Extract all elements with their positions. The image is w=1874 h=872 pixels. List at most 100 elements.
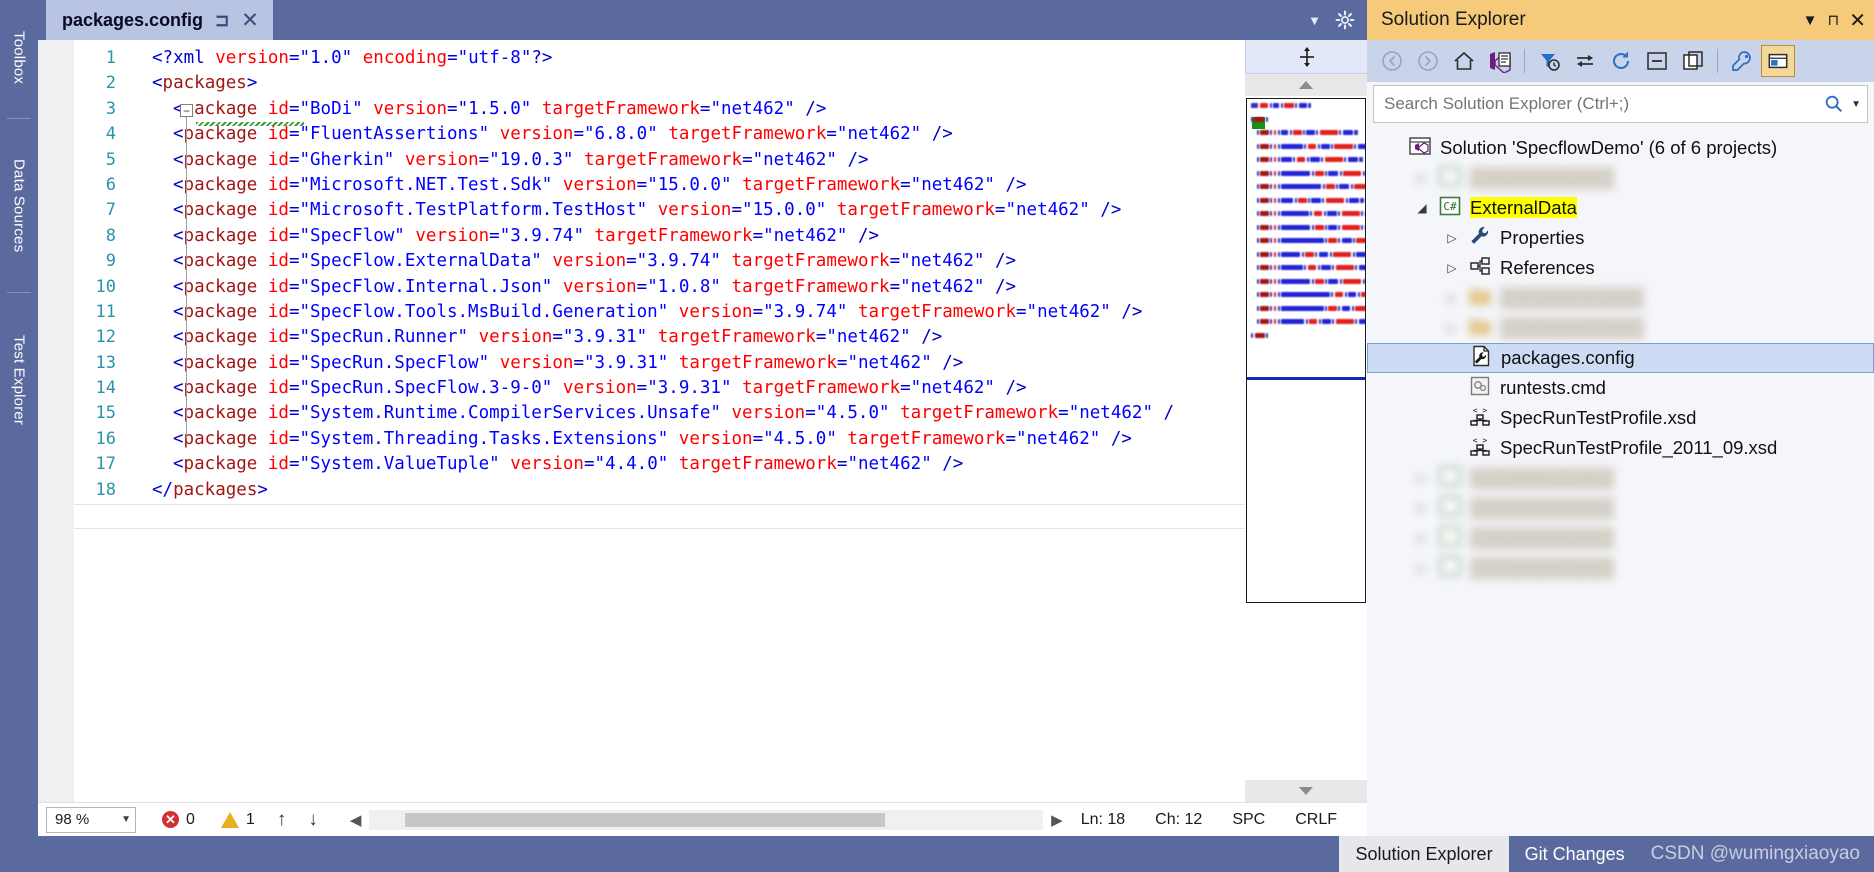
tree-item[interactable]: ▷ ███████████: [1367, 283, 1874, 313]
code-line[interactable]: 17 <package id="System.ValueTuple" versio…: [38, 452, 1245, 477]
code-line[interactable]: 14 <package id="SpecRun.SpecFlow.3-9-0" v…: [38, 376, 1245, 401]
tab-solution-explorer[interactable]: Solution Explorer: [1339, 836, 1509, 872]
arrow-down-icon[interactable]: ↓: [308, 809, 318, 831]
tree-item[interactable]: < > SpecRunTestProfile_2011_09.xsd: [1367, 433, 1874, 463]
properties-icon[interactable]: [1725, 45, 1759, 77]
code-text[interactable]: <package id="SpecFlow.ExternalData" vers…: [134, 249, 1016, 274]
pending-changes-icon[interactable]: [1483, 45, 1517, 77]
triangle-left-icon[interactable]: ◀: [342, 811, 370, 829]
home-icon[interactable]: [1447, 45, 1481, 77]
chevron-down-icon[interactable]: ◢: [1409, 201, 1435, 215]
chevron-down-icon[interactable]: ▼: [1308, 13, 1321, 28]
forward-icon[interactable]: [1411, 45, 1445, 77]
tree-item[interactable]: ▷ ███████████: [1367, 523, 1874, 553]
close-icon[interactable]: ✕: [1849, 8, 1866, 33]
code-text[interactable]: <package id="SpecFlow.Tools.MsBuild.Gene…: [134, 300, 1142, 325]
tree-item[interactable]: < > SpecRunTestProfile.xsd: [1367, 403, 1874, 433]
tree-item[interactable]: runtests.cmd: [1367, 373, 1874, 403]
tree-item[interactable]: ▷ ███████████: [1367, 553, 1874, 583]
code-line[interactable]: 12 <package id="SpecRun.Runner" version="…: [38, 325, 1245, 350]
arrow-up-icon[interactable]: ↑: [277, 809, 287, 831]
code-line[interactable]: 3 <package id="BoDi" version="1.5.0" targ…: [38, 97, 1245, 122]
code-text[interactable]: <package id="System.Threading.Tasks.Exte…: [134, 427, 1132, 452]
code-text[interactable]: <package id="Microsoft.NET.Test.Sdk" ver…: [134, 173, 1027, 198]
scroll-up-button[interactable]: [1245, 74, 1367, 96]
chevron-right-icon[interactable]: ▷: [1409, 501, 1435, 515]
chevron-down-icon[interactable]: ▼: [1851, 99, 1863, 110]
collapse-all-icon[interactable]: [1640, 45, 1674, 77]
close-icon[interactable]: ✕: [241, 10, 259, 31]
search-solution-explorer[interactable]: ▼: [1373, 85, 1868, 123]
code-editor-surface[interactable]: 1 <?xml version="1.0" encoding="utf-8"?> 2…: [38, 40, 1245, 802]
code-line[interactable]: 15 <package id="System.Runtime.CompilerSe…: [38, 401, 1245, 426]
code-text[interactable]: <package id="SpecRun.SpecFlow.3-9-0" ver…: [134, 376, 1027, 401]
tree-item[interactable]: ▷ ███████████: [1367, 313, 1874, 343]
chevron-right-icon[interactable]: ▷: [1409, 171, 1435, 185]
code-line[interactable]: 1 <?xml version="1.0" encoding="utf-8"?>: [38, 46, 1245, 71]
code-line[interactable]: 16 <package id="System.Threading.Tasks.Ex…: [38, 427, 1245, 452]
code-line[interactable]: 11 <package id="SpecFlow.Tools.MsBuild.Ge…: [38, 300, 1245, 325]
scrollbar-thumb[interactable]: [405, 812, 886, 827]
chevron-right-icon[interactable]: ▷: [1439, 261, 1465, 275]
error-count-indicator[interactable]: ✕ 0: [162, 811, 195, 829]
code-line[interactable]: 5 <package id="Gherkin" version="19.0.3" …: [38, 148, 1245, 173]
code-line[interactable]: 9 <package id="SpecFlow.ExternalData" ver…: [38, 249, 1245, 274]
code-text[interactable]: </packages>: [134, 478, 268, 503]
back-icon[interactable]: [1375, 45, 1409, 77]
code-line[interactable]: 7 <package id="Microsoft.TestPlatform.Tes…: [38, 198, 1245, 223]
minimap[interactable]: [1246, 98, 1366, 603]
chevron-right-icon[interactable]: ▷: [1409, 471, 1435, 485]
code-text[interactable]: <package id="SpecRun.Runner" version="3.…: [134, 325, 942, 350]
code-text[interactable]: <packages>: [134, 71, 257, 96]
preview-selected-items-icon[interactable]: [1761, 45, 1795, 77]
code-text[interactable]: <?xml version="1.0" encoding="utf-8"?>: [134, 46, 552, 71]
code-text[interactable]: <package id="Gherkin" version="19.0.3" t…: [134, 148, 869, 173]
tree-item[interactable]: ▷ ███████████: [1367, 493, 1874, 523]
tab-git-changes[interactable]: Git Changes: [1508, 836, 1641, 872]
code-text[interactable]: <package id="Microsoft.TestPlatform.Test…: [134, 198, 1121, 223]
code-line[interactable]: 2 <packages>: [38, 71, 1245, 96]
code-text[interactable]: <package id="System.ValueTuple" version=…: [134, 452, 963, 477]
tree-item[interactable]: ▷ ███████████: [1367, 463, 1874, 493]
refresh-icon[interactable]: [1604, 45, 1638, 77]
tree-item[interactable]: ▷ References: [1367, 253, 1874, 283]
zoom-level-selector[interactable]: 98 % ▼: [46, 806, 136, 833]
chevron-down-icon[interactable]: ▼: [1803, 12, 1818, 29]
code-line[interactable]: 8 <package id="SpecFlow" version="3.9.74"…: [38, 224, 1245, 249]
code-text[interactable]: <package id="System.Runtime.CompilerServ…: [134, 401, 1174, 426]
warning-count-indicator[interactable]: 1: [220, 811, 255, 829]
scrollbar-track[interactable]: [369, 809, 1044, 830]
document-tab-packages-config[interactable]: packages.config ⊐ ✕: [46, 0, 273, 40]
code-line[interactable]: 6 <package id="Microsoft.NET.Test.Sdk" ve…: [38, 173, 1245, 198]
minimap-viewport[interactable]: [1247, 377, 1365, 380]
gear-icon[interactable]: [1335, 10, 1355, 30]
split-horizontal-icon[interactable]: [1245, 40, 1367, 74]
chevron-right-icon[interactable]: ▷: [1439, 321, 1465, 335]
chevron-right-icon[interactable]: ▷: [1409, 561, 1435, 575]
tree-item[interactable]: ◢ C# ExternalData: [1367, 193, 1874, 223]
tree-item[interactable]: ▷ ███████████: [1367, 163, 1874, 193]
chevron-right-icon[interactable]: ▷: [1439, 291, 1465, 305]
sidebar-item-data-sources[interactable]: Data Sources: [0, 126, 38, 286]
sync-icon[interactable]: [1568, 45, 1602, 77]
code-text[interactable]: <package id="SpecFlow" version="3.9.74" …: [134, 224, 879, 249]
code-line[interactable]: 18 </packages>: [38, 478, 1245, 503]
tree-item[interactable]: Solution 'SpecflowDemo' (6 of 6 projects…: [1367, 133, 1874, 163]
search-icon[interactable]: [1823, 93, 1845, 115]
horizontal-scrollbar[interactable]: ◀ ▶: [342, 807, 1071, 833]
pin-icon[interactable]: ⊐: [215, 12, 229, 29]
fold-toggle-icon[interactable]: −: [180, 104, 193, 117]
show-all-files-icon[interactable]: [1676, 45, 1710, 77]
code-text[interactable]: <package id="SpecFlow.Internal.Json" ver…: [134, 275, 1016, 300]
filter-icon[interactable]: [1532, 45, 1566, 77]
code-text[interactable]: <package id="BoDi" version="1.5.0" targe…: [134, 97, 826, 122]
sidebar-item-test-explorer[interactable]: Test Explorer: [0, 300, 38, 460]
solution-tree[interactable]: Solution 'SpecflowDemo' (6 of 6 projects…: [1367, 127, 1874, 836]
sidebar-item-toolbox[interactable]: Toolbox: [0, 4, 38, 112]
tree-item-selected[interactable]: packages.config: [1367, 343, 1874, 373]
chevron-right-icon[interactable]: ▷: [1439, 231, 1465, 245]
chevron-right-icon[interactable]: ▷: [1409, 531, 1435, 545]
pin-icon[interactable]: ⊓: [1828, 11, 1840, 29]
code-lines[interactable]: 1 <?xml version="1.0" encoding="utf-8"?> 2…: [38, 46, 1245, 802]
code-line[interactable]: 10 <package id="SpecFlow.Internal.Json" v…: [38, 275, 1245, 300]
